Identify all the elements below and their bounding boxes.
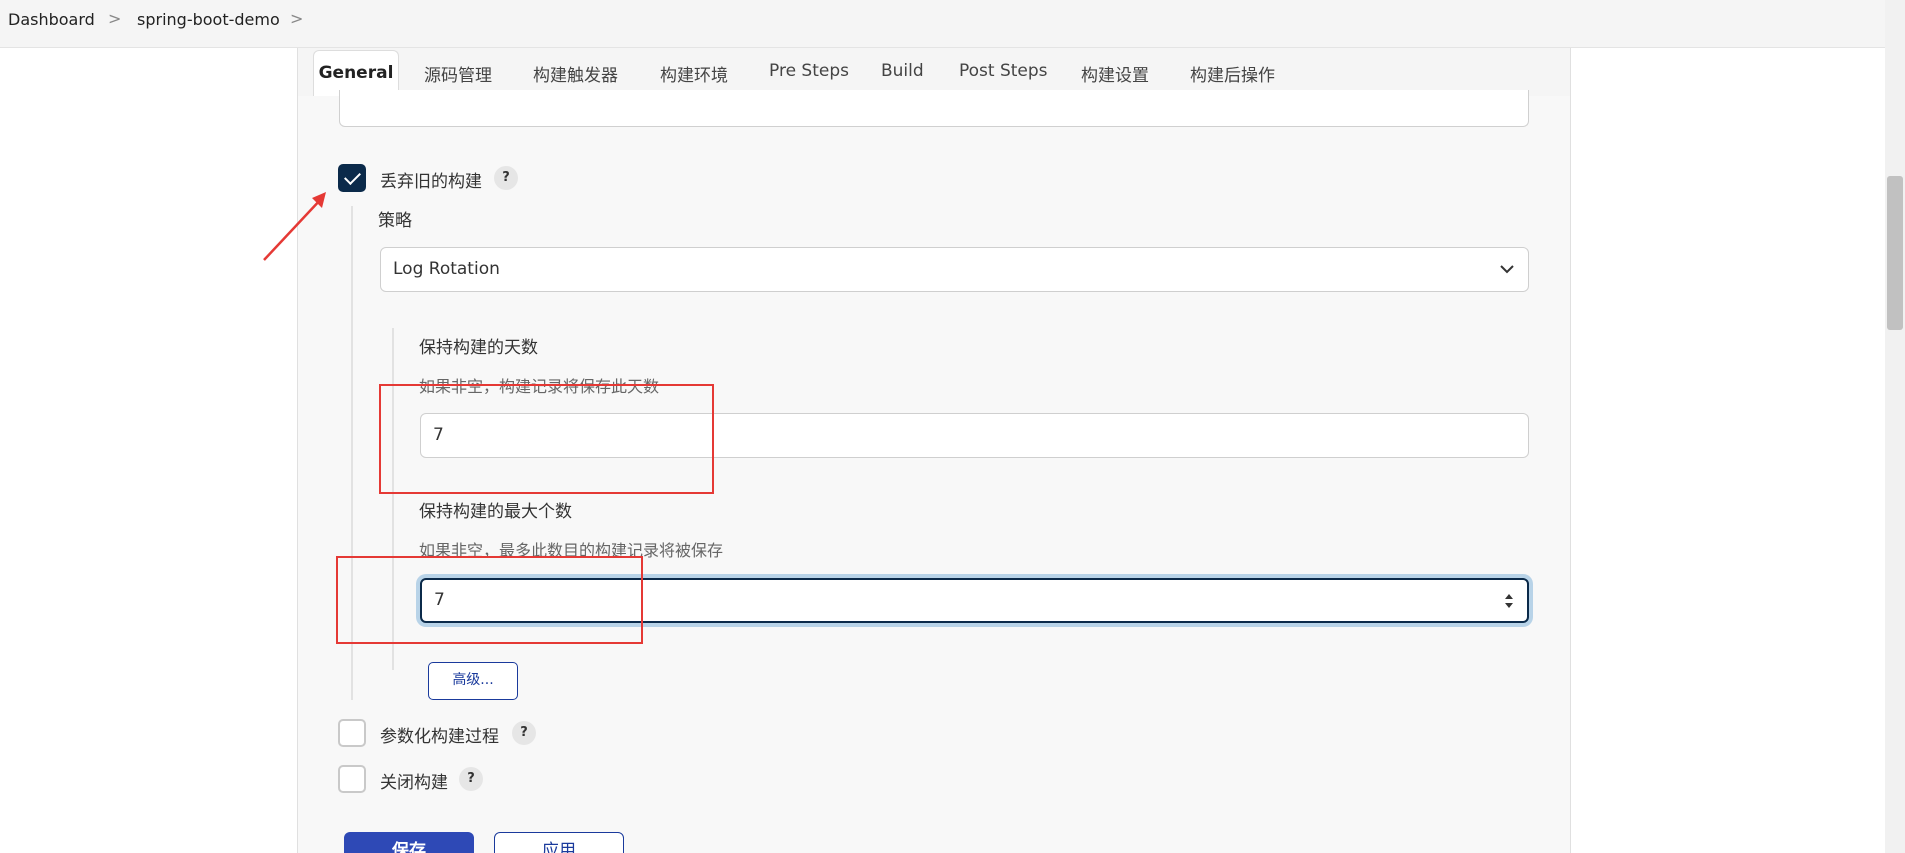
tab-pre-steps[interactable]: Pre Steps [769, 61, 849, 81]
parameterized-build-checkbox[interactable] [338, 719, 366, 747]
description-textarea[interactable] [339, 90, 1529, 127]
breadcrumb-bar: Dashboard > spring-boot-demo > [0, 0, 1905, 48]
breadcrumb-project-link[interactable]: spring-boot-demo [137, 10, 280, 29]
breadcrumb-separator-icon[interactable]: > [290, 9, 303, 28]
tab-source-management[interactable]: 源码管理 [424, 61, 492, 86]
advanced-button[interactable]: 高级... [428, 662, 518, 700]
save-button[interactable]: 保存 [344, 832, 474, 853]
tab-post-build-actions[interactable]: 构建后操作 [1190, 61, 1275, 86]
apply-button[interactable]: 应用 [494, 832, 624, 853]
disable-build-checkbox[interactable] [338, 765, 366, 793]
strategy-select-value: Log Rotation [393, 259, 500, 279]
disable-build-help-icon[interactable]: ? [459, 767, 483, 791]
discard-old-builds-checkbox[interactable] [338, 164, 366, 192]
days-to-keep-title: 保持构建的天数 [419, 338, 538, 358]
tab-post-steps[interactable]: Post Steps [959, 61, 1048, 81]
strategy-label: 策略 [378, 211, 412, 231]
discard-old-builds-help-icon[interactable]: ? [494, 166, 518, 190]
tab-build-environment[interactable]: 构建环境 [660, 61, 728, 86]
number-spinner-icon[interactable] [1503, 592, 1515, 610]
annotation-box-max-builds [336, 556, 643, 644]
scrollbar-track[interactable] [1885, 0, 1905, 853]
parameterized-build-label: 参数化构建过程 [380, 727, 499, 747]
strategy-select[interactable]: Log Rotation [380, 247, 1529, 292]
parameterized-build-help-icon[interactable]: ? [512, 721, 536, 745]
tab-build-triggers[interactable]: 构建触发器 [533, 61, 618, 86]
discard-old-builds-label: 丢弃旧的构建 [380, 172, 482, 192]
breadcrumb-separator-icon: > [108, 9, 122, 28]
max-builds-title: 保持构建的最大个数 [419, 502, 572, 522]
chevron-down-icon [1500, 265, 1514, 274]
annotation-box-days [379, 384, 714, 494]
scrollbar-thumb[interactable] [1887, 176, 1903, 330]
tab-build[interactable]: Build [881, 61, 924, 81]
breadcrumb-dashboard-link[interactable]: Dashboard [8, 10, 95, 29]
tab-build-settings[interactable]: 构建设置 [1081, 61, 1149, 86]
annotation-arrow-icon [263, 192, 326, 261]
disable-build-label: 关闭构建 [380, 773, 448, 793]
